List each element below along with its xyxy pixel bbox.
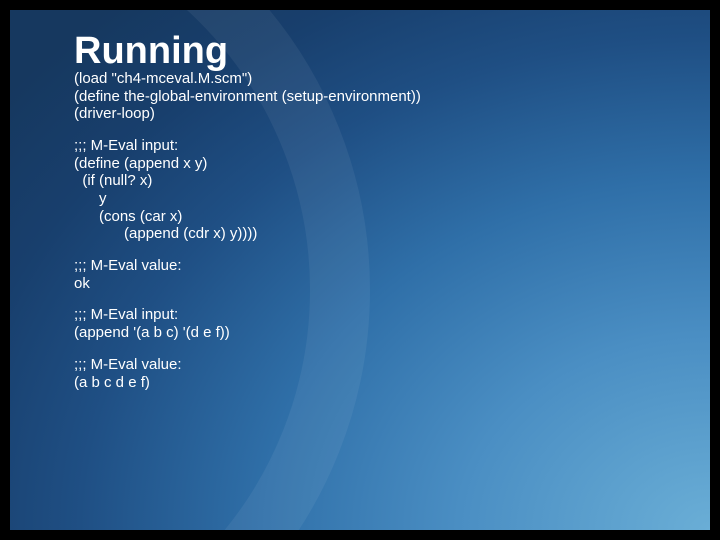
slide-content: Running (load "ch4-mceval.M.scm") (defin… — [74, 32, 670, 391]
code-block-input-define: ;;; M-Eval input: (define (append x y) (… — [74, 137, 670, 243]
spacer — [74, 123, 670, 137]
code-block-input-append: ;;; M-Eval input: (append '(a b c) '(d e… — [74, 306, 670, 341]
spacer — [74, 342, 670, 356]
code-block-value-result: ;;; M-Eval value: (a b c d e f) — [74, 356, 670, 391]
spacer — [74, 243, 670, 257]
spacer — [74, 292, 670, 306]
slide-title: Running — [74, 32, 670, 72]
code-block-value-ok: ;;; M-Eval value: ok — [74, 257, 670, 292]
slide-viewport: Running (load "ch4-mceval.M.scm") (defin… — [0, 0, 720, 540]
slide: Running (load "ch4-mceval.M.scm") (defin… — [10, 10, 710, 530]
code-block-load: (load "ch4-mceval.M.scm") (define the-gl… — [74, 70, 670, 123]
